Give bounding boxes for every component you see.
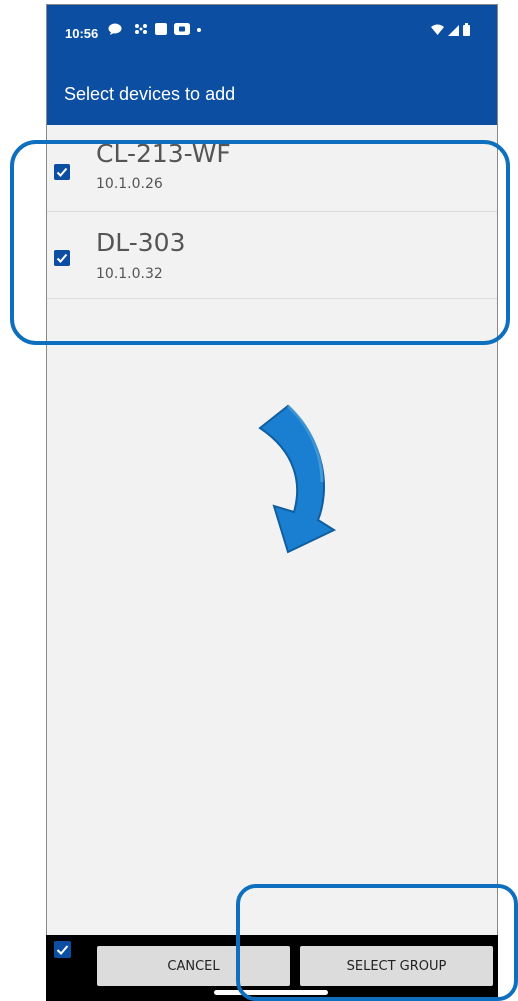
message-icon [108,23,122,35]
dot-icon [197,28,201,32]
wifi-icon [431,24,444,35]
device-list-highlight [10,140,510,345]
status-bar: 10:56 [46,4,498,59]
status-time: 10:56 [65,26,99,41]
app-bar: Select devices to add [46,59,498,125]
video-app-icon [174,23,190,35]
status-notification-icons [108,23,202,35]
select-group-highlight [236,884,518,1001]
status-system-icons [431,23,470,36]
scatter-icon [135,24,147,34]
signal-icon [448,24,459,36]
curved-down-arrow-icon [258,404,337,554]
square-app-icon [155,23,167,35]
page-title: Select devices to add [64,84,236,104]
battery-icon [463,23,470,36]
select-all-checkbox[interactable] [54,941,71,958]
